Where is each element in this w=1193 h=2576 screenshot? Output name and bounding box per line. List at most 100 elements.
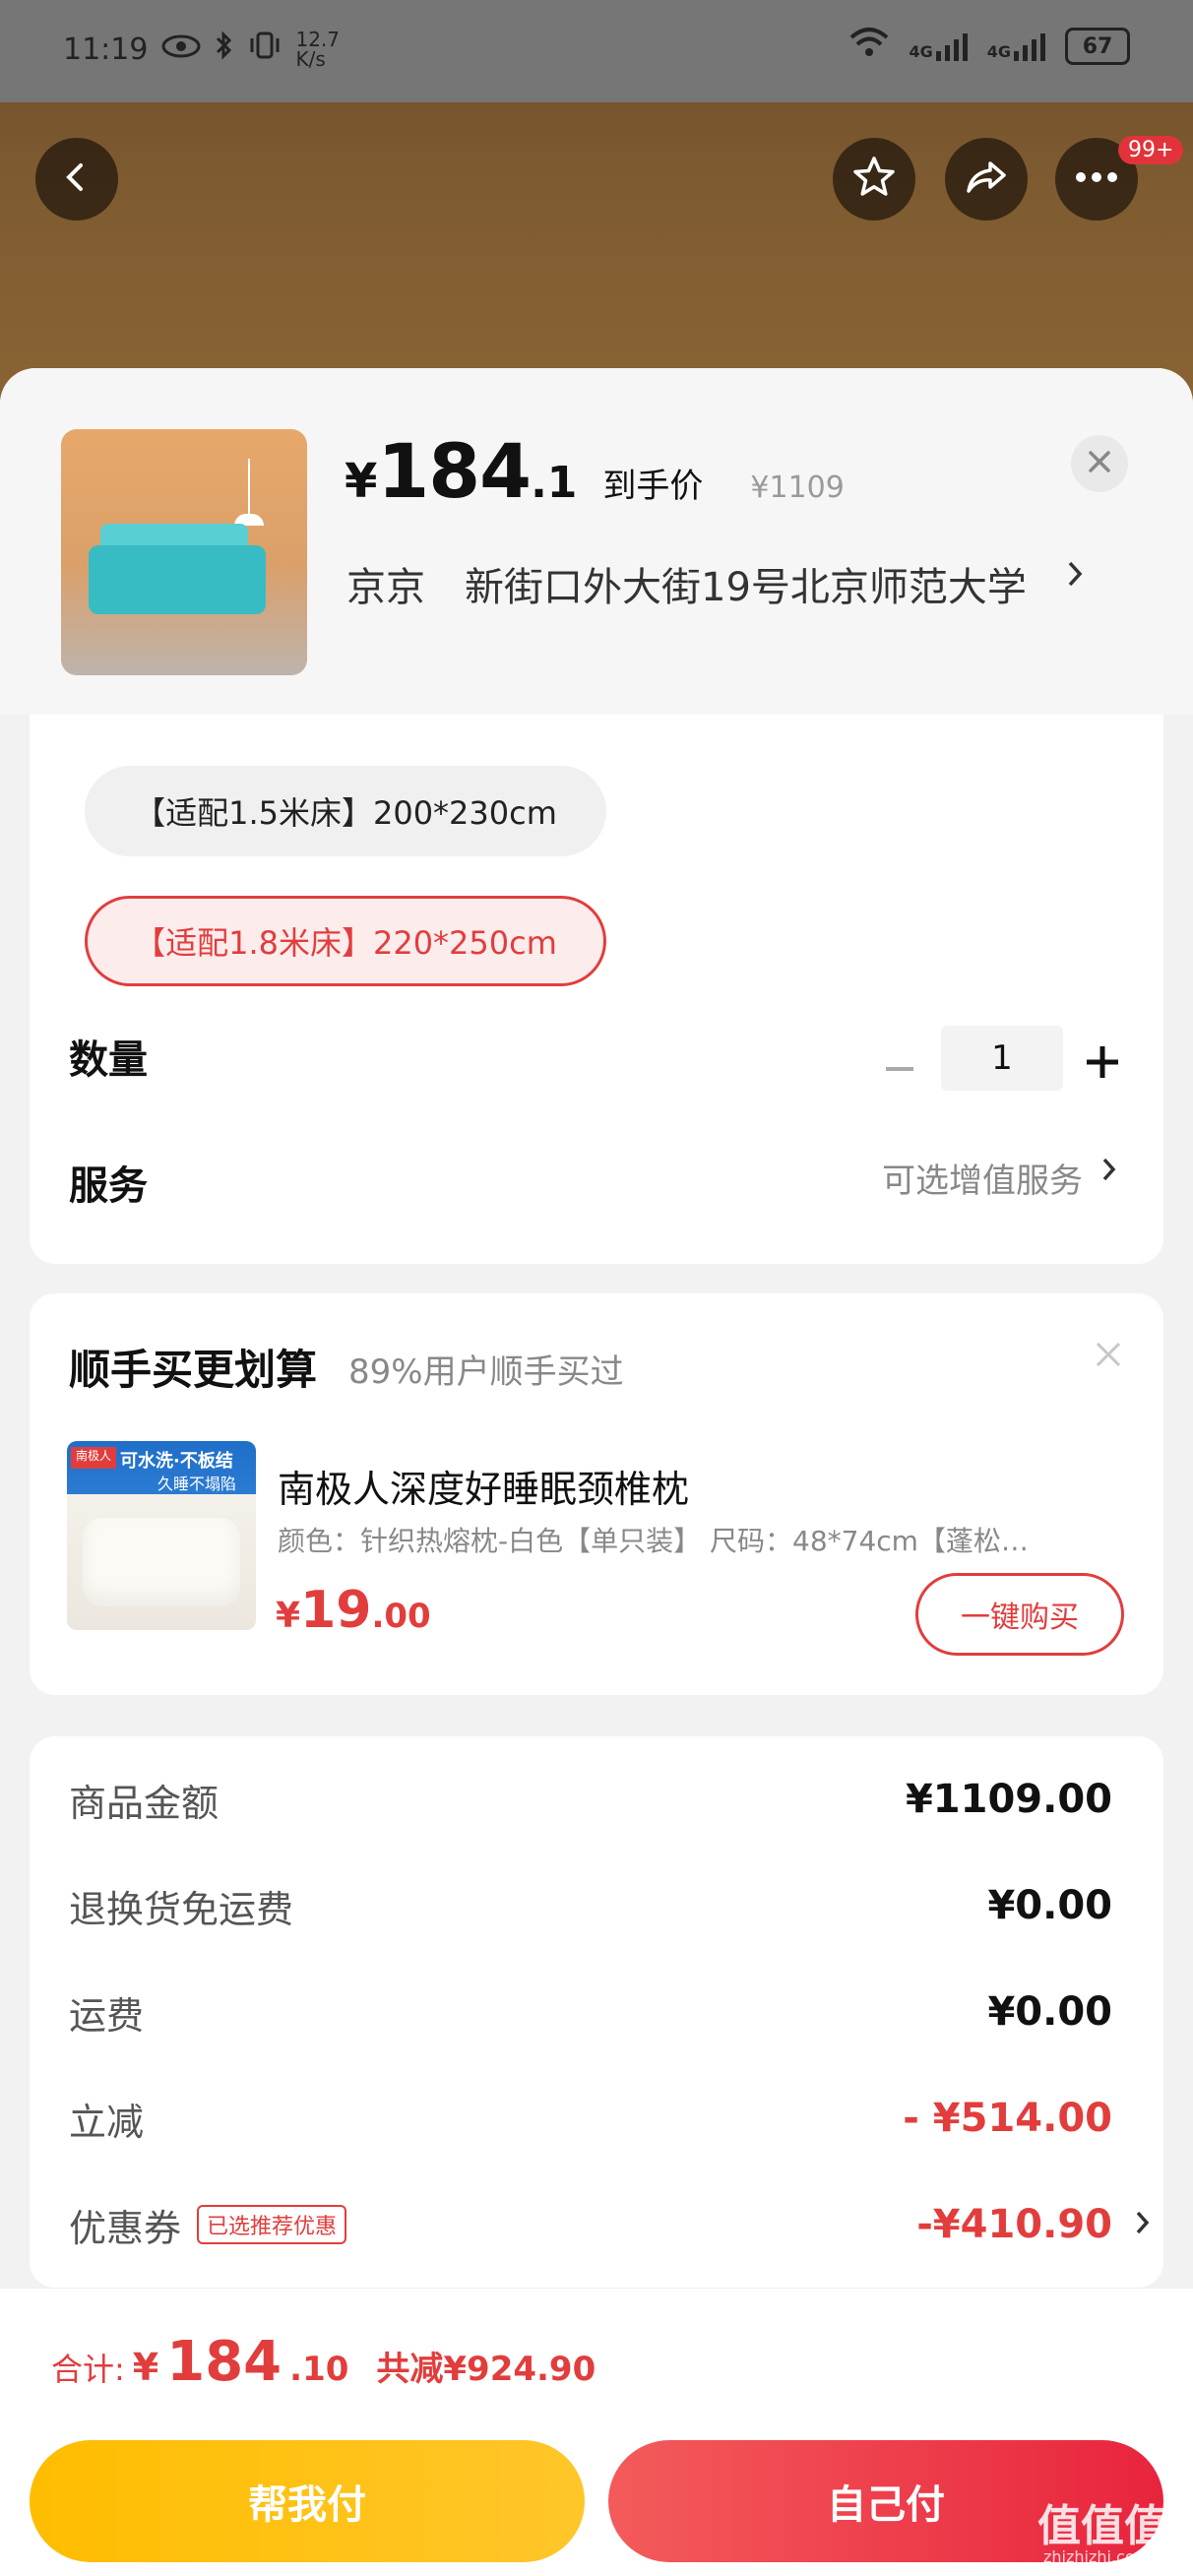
one-click-buy-button[interactable]: 一键购买 (915, 1573, 1124, 1656)
fee-row-shipping: 运费 ¥0.00 (69, 1982, 1112, 2042)
sku-bottom-sheet: ¥ 184 .1 到手价 ¥1109 京京 新街口外大街19号北京师范大学 【适… (0, 368, 1193, 2575)
fee-row-coupon[interactable]: 优惠券 已选推荐优惠 -¥410.90 (69, 2195, 1152, 2254)
signal-1-label: 4G (909, 42, 933, 61)
price-yen: ¥ (345, 454, 378, 509)
status-bar: 11:19 12.7 K/s 4G 4G 67 (0, 0, 1193, 102)
back-icon (59, 159, 94, 199)
share-button[interactable] (945, 138, 1028, 220)
more-icon (1073, 169, 1120, 189)
size-option-1-8m-selected[interactable]: 【适配1.8米床】220*250cm (85, 896, 606, 986)
upsell-price-yen: ¥ (276, 1596, 301, 1636)
favorite-button[interactable] (833, 138, 915, 220)
total-integer: 184 (166, 2330, 283, 2394)
quantity-increase-button[interactable] (1085, 1034, 1120, 1093)
fee-value: ¥0.00 (987, 1883, 1112, 1928)
brand-logo: 南极人 (71, 1447, 116, 1469)
size-option-label: 【适配1.8米床】220*250cm (134, 924, 557, 962)
star-icon (850, 154, 898, 205)
product-thumbnail[interactable] (61, 429, 307, 675)
pillow-graphic (83, 1518, 240, 1606)
upsell-card: 顺手买更划算 89%用户顺手买过 南极人 可水洗·不板结 久睡不塌陷 南极人深度… (30, 1293, 1163, 1695)
address-prefix: 京京 (346, 565, 425, 610)
fee-value: - ¥514.00 (903, 2096, 1112, 2141)
fee-value: ¥0.00 (987, 1989, 1112, 2035)
upsell-price: ¥19.00 (276, 1581, 431, 1640)
total-label: 合计: (51, 2351, 125, 2388)
service-selector[interactable]: 可选增值服务 (882, 1154, 1118, 1202)
address-text: 新街口外大街19号北京师范大学 (465, 565, 1027, 610)
pillow-product-image[interactable]: 南极人 可水洗·不板结 久睡不塌陷 (67, 1441, 256, 1630)
fee-summary-card: 商品金额 ¥1109.00 退换货免运费 ¥0.00 运费 ¥0.00 立减 -… (30, 1736, 1163, 2288)
quantity-decrease-button[interactable] (884, 1045, 915, 1096)
price-label: 到手价 (602, 467, 704, 506)
coupon-tag: 已选推荐优惠 (197, 2205, 347, 2244)
thumbnail-lamp (248, 459, 250, 518)
fee-row-subtotal: 商品金额 ¥1109.00 (69, 1770, 1112, 1829)
upsell-subtitle: 89%用户顺手买过 (348, 1352, 624, 1392)
quantity-value: 1 (991, 1038, 1013, 1078)
fee-label: 退换货免运费 (69, 1887, 294, 1931)
battery-icon: 67 (1065, 28, 1130, 65)
quantity-input[interactable]: 1 (941, 1026, 1063, 1091)
fee-value: -¥410.90 (916, 2202, 1112, 2247)
eye-icon (161, 32, 201, 67)
fee-row-discount: 立减 - ¥514.00 (69, 2089, 1112, 2148)
fee-label: 立减 (69, 2100, 145, 2144)
upsell-title: 顺手买更划算 (69, 1346, 318, 1394)
signal-icon-2: 4G (987, 31, 1047, 61)
share-icon (963, 154, 1010, 205)
total-saved: 共减¥924.90 (376, 2350, 596, 2389)
fee-row-return-shipping: 退换货免运费 ¥0.00 (69, 1876, 1112, 1935)
status-left: 11:19 12.7 K/s (63, 30, 341, 69)
help-me-pay-label: 帮我付 (248, 2482, 366, 2528)
pay-myself-label: 自己付 (827, 2482, 945, 2528)
options-card: 【适配1.5米床】200*230cm 【适配1.8米床】220*250cm 数量… (30, 715, 1163, 1264)
fee-value: ¥1109.00 (905, 1777, 1112, 1822)
total-yen: ¥ (132, 2346, 159, 2389)
original-price: ¥1109 (750, 471, 845, 505)
watermark-logo: 值值值 (1037, 2501, 1167, 2551)
image-caption-2: 久睡不塌陷 (157, 1475, 237, 1493)
quantity-label: 数量 (69, 1037, 148, 1083)
watermark-url: zhizhizhi.com (1043, 2547, 1151, 2566)
price-decimal: .1 (531, 458, 578, 508)
status-time: 11:19 (63, 31, 149, 67)
size-option-label: 【适配1.5米床】200*230cm (134, 794, 557, 832)
upsell-product-name[interactable]: 南极人深度好睡眠颈椎枕 (278, 1459, 689, 1513)
status-right: 4G 4G 67 (848, 26, 1130, 67)
delivery-address[interactable]: 京京 新街口外大街19号北京师范大学 (346, 555, 1086, 612)
price-row: ¥ 184 .1 到手价 ¥1109 (345, 427, 845, 515)
close-icon (1087, 449, 1112, 478)
one-click-buy-label: 一键购买 (961, 1601, 1079, 1635)
chevron-right-icon (1066, 555, 1086, 612)
chevron-right-icon (1100, 1154, 1118, 1202)
plus-icon (1085, 1034, 1120, 1093)
upsell-price-decimal: .00 (371, 1597, 431, 1636)
fee-label: 运费 (69, 1993, 145, 2038)
notification-badge: 99+ (1118, 136, 1184, 164)
coupon-value-group: -¥410.90 (916, 2202, 1152, 2247)
upsell-close-button[interactable] (1095, 1333, 1122, 1378)
close-icon (1095, 1333, 1122, 1378)
coupon-label-group: 优惠券 已选推荐优惠 (69, 2198, 347, 2252)
help-me-pay-button[interactable]: 帮我付 (30, 2440, 585, 2562)
chevron-right-icon (1134, 2207, 1152, 2242)
back-button[interactable] (35, 138, 118, 220)
fee-label: 商品金额 (69, 1781, 220, 1825)
net-speed: 12.7 K/s (295, 28, 340, 71)
fee-label: 优惠券 (69, 2206, 182, 2250)
bluetooth-icon (215, 31, 234, 68)
minus-icon (884, 1045, 915, 1096)
checkout-footer: 合计: ¥184.10 共减¥924.90 帮我付 自己付 (0, 2288, 1193, 2576)
upsell-product-spec: 颜色：针织热熔枕-白色【单只装】 尺码：48*74cm【蓬松… (278, 1525, 1029, 1557)
service-label: 服务 (69, 1163, 148, 1209)
sheet-header: ¥ 184 .1 到手价 ¥1109 京京 新街口外大街19号北京师范大学 (0, 368, 1193, 715)
wifi-icon (848, 26, 891, 67)
close-sheet-button[interactable] (1071, 435, 1128, 492)
size-option-1-5m[interactable]: 【适配1.5米床】200*230cm (85, 766, 606, 856)
vibrate-icon (248, 31, 282, 68)
thumbnail-bed (89, 545, 266, 614)
total-decimal: .10 (289, 2350, 349, 2389)
image-caption-1: 可水洗·不板结 (120, 1451, 233, 1472)
service-hint-text: 可选增值服务 (882, 1162, 1083, 1201)
